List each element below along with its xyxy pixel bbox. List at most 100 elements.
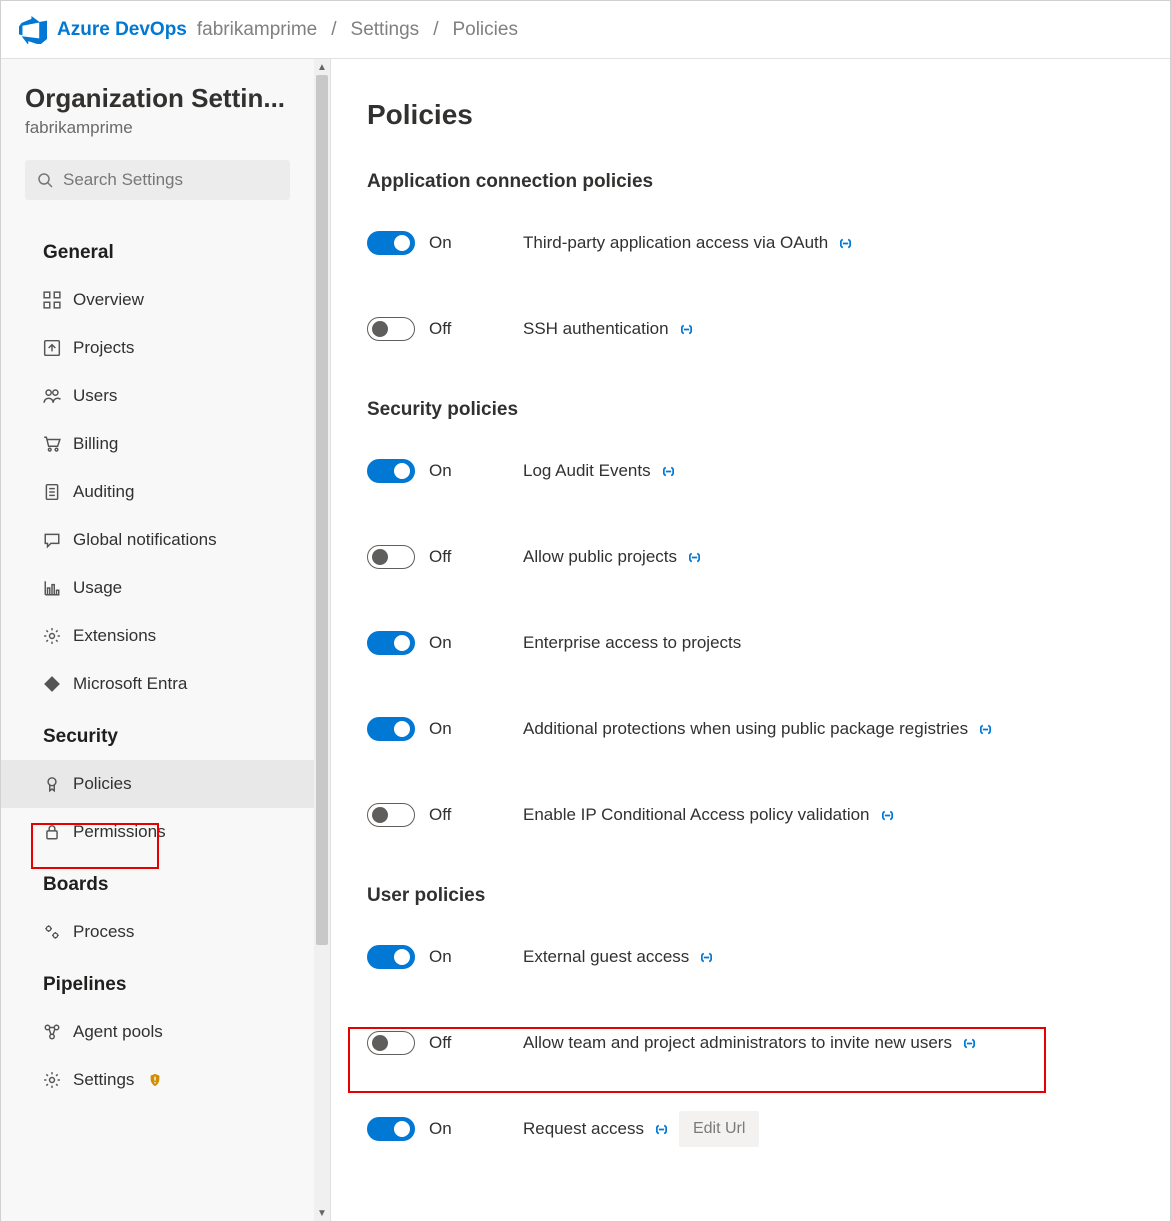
- search-input[interactable]: [63, 170, 278, 190]
- toggle-request-access[interactable]: [367, 1117, 415, 1141]
- top-breadcrumb-bar: Azure DevOps fabrikamprime / Settings / …: [1, 1, 1170, 59]
- sidebar-item-pipeline-settings[interactable]: Settings: [1, 1056, 314, 1104]
- sidebar-item-label: Agent pools: [73, 1022, 163, 1042]
- nodes-icon: [43, 1023, 61, 1041]
- toggle-public-projects[interactable]: [367, 545, 415, 569]
- link-icon[interactable]: [880, 808, 895, 823]
- sidebar-item-process[interactable]: Process: [1, 908, 314, 956]
- policy-oauth: On Third-party application access via OA…: [367, 215, 1134, 271]
- cart-icon: [43, 435, 61, 453]
- sidebar-item-users[interactable]: Users: [1, 372, 314, 420]
- toggle-invite-new-users[interactable]: [367, 1031, 415, 1055]
- link-icon[interactable]: [699, 950, 714, 965]
- sidebar-item-global-notifications[interactable]: Global notifications: [1, 516, 314, 564]
- toggle-state-label: Off: [429, 547, 451, 567]
- azure-devops-logo-icon: [19, 16, 47, 44]
- policy-label: SSH authentication: [523, 319, 669, 339]
- policy-label: Log Audit Events: [523, 461, 651, 481]
- sidebar-item-projects[interactable]: Projects: [1, 324, 314, 372]
- policy-invite-new-users: Off Allow team and project administrator…: [367, 1015, 1134, 1071]
- toggle-package-registries[interactable]: [367, 717, 415, 741]
- toggle-enterprise-access[interactable]: [367, 631, 415, 655]
- section-title: User policies: [367, 885, 1134, 907]
- policy-audit-events: On Log Audit Events: [367, 443, 1134, 499]
- brand-label[interactable]: Azure DevOps: [57, 19, 187, 41]
- search-icon: [37, 172, 53, 188]
- sidebar-item-permissions[interactable]: Permissions: [1, 808, 314, 856]
- sidebar-item-entra[interactable]: Microsoft Entra: [1, 660, 314, 708]
- link-icon[interactable]: [838, 236, 853, 251]
- scroll-up-icon[interactable]: ▲: [314, 59, 330, 75]
- breadcrumb-sep: /: [433, 19, 438, 41]
- main-content: Policies Application connection policies…: [331, 59, 1170, 1221]
- policy-ssh: Off SSH authentication: [367, 301, 1134, 357]
- sidebar-scrollbar[interactable]: ▲ ▼: [314, 59, 330, 1221]
- users-icon: [43, 387, 61, 405]
- sidebar-item-label: Process: [73, 922, 134, 942]
- sidebar-item-label: Usage: [73, 578, 122, 598]
- sidebar-item-label: Overview: [73, 290, 144, 310]
- edit-url-button[interactable]: Edit Url: [679, 1111, 759, 1147]
- gears-icon: [43, 923, 61, 941]
- toggle-state-label: On: [429, 947, 452, 967]
- policy-label: Request access: [523, 1119, 644, 1139]
- sidebar-item-policies[interactable]: Policies: [1, 760, 314, 808]
- sidebar-group-pipelines: Pipelines: [1, 956, 314, 1008]
- sidebar-item-agent-pools[interactable]: Agent pools: [1, 1008, 314, 1056]
- breadcrumb-settings[interactable]: Settings: [351, 19, 420, 41]
- policy-package-registries: On Additional protections when using pub…: [367, 701, 1134, 757]
- breadcrumb-sep: /: [331, 19, 336, 41]
- breadcrumb-org[interactable]: fabrikamprime: [197, 19, 317, 41]
- section-user: User policies On External guest access O…: [367, 885, 1134, 1157]
- chart-icon: [43, 579, 61, 597]
- section-security: Security policies On Log Audit Events Of…: [367, 399, 1134, 843]
- toggle-ip-conditional[interactable]: [367, 803, 415, 827]
- comment-icon: [43, 531, 61, 549]
- sidebar-item-label: Permissions: [73, 822, 166, 842]
- sidebar-title: Organization Settin...: [1, 83, 314, 118]
- link-icon[interactable]: [978, 722, 993, 737]
- sidebar-item-label: Billing: [73, 434, 118, 454]
- link-icon[interactable]: [962, 1036, 977, 1051]
- policy-label: External guest access: [523, 947, 689, 967]
- policy-label: Additional protections when using public…: [523, 719, 968, 739]
- sidebar-item-auditing[interactable]: Auditing: [1, 468, 314, 516]
- toggle-ssh[interactable]: [367, 317, 415, 341]
- policy-external-guest: On External guest access: [367, 929, 1134, 985]
- policy-label: Enable IP Conditional Access policy vali…: [523, 805, 870, 825]
- breadcrumb-page[interactable]: Policies: [452, 19, 517, 41]
- lock-icon: [43, 823, 61, 841]
- sidebar: Organization Settin... fabrikamprime Gen…: [1, 59, 331, 1221]
- badge-icon: [43, 775, 61, 793]
- link-icon[interactable]: [661, 464, 676, 479]
- upload-icon: [43, 339, 61, 357]
- sidebar-item-extensions[interactable]: Extensions: [1, 612, 314, 660]
- sidebar-item-overview[interactable]: Overview: [1, 276, 314, 324]
- toggle-state-label: On: [429, 233, 452, 253]
- diamond-icon: [43, 675, 61, 693]
- gear-icon: [43, 1071, 61, 1089]
- toggle-oauth[interactable]: [367, 231, 415, 255]
- link-icon[interactable]: [687, 550, 702, 565]
- policy-label: Enterprise access to projects: [523, 633, 741, 653]
- search-input-wrapper[interactable]: [25, 160, 290, 200]
- sidebar-item-label: Global notifications: [73, 530, 217, 550]
- section-title: Security policies: [367, 399, 1134, 421]
- sidebar-item-label: Microsoft Entra: [73, 674, 187, 694]
- toggle-audit[interactable]: [367, 459, 415, 483]
- scroll-down-icon[interactable]: ▼: [314, 1205, 330, 1221]
- policy-public-projects: Off Allow public projects: [367, 529, 1134, 585]
- sidebar-item-billing[interactable]: Billing: [1, 420, 314, 468]
- page-title: Policies: [367, 99, 1134, 131]
- sidebar-item-label: Users: [73, 386, 117, 406]
- sidebar-group-boards: Boards: [1, 856, 314, 908]
- policy-ip-conditional-access: Off Enable IP Conditional Access policy …: [367, 787, 1134, 843]
- link-icon[interactable]: [654, 1122, 669, 1137]
- scroll-thumb[interactable]: [316, 75, 328, 945]
- policy-request-access: On Request access Edit Url: [367, 1101, 1134, 1157]
- sidebar-item-usage[interactable]: Usage: [1, 564, 314, 612]
- gear-icon: [43, 627, 61, 645]
- link-icon[interactable]: [679, 322, 694, 337]
- toggle-state-label: On: [429, 1119, 452, 1139]
- toggle-external-guest[interactable]: [367, 945, 415, 969]
